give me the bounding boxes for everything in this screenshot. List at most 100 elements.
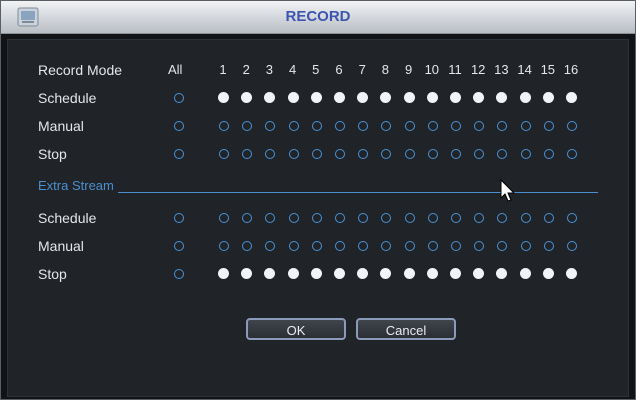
channel-radio-12[interactable] xyxy=(473,268,485,279)
channel-radio-3[interactable] xyxy=(265,213,276,223)
channel-radio-3[interactable] xyxy=(264,92,276,103)
channel-radio-14[interactable] xyxy=(520,213,531,223)
channel-radio-14[interactable] xyxy=(520,241,531,251)
channel-radio-12[interactable] xyxy=(474,121,485,131)
channel-radio-13[interactable] xyxy=(496,92,508,103)
channel-radio-12[interactable] xyxy=(473,92,485,103)
channel-radio-4[interactable] xyxy=(288,213,299,223)
channel-radio-11[interactable] xyxy=(451,121,461,131)
channel-radio-11[interactable] xyxy=(450,268,461,279)
channel-radio-13[interactable] xyxy=(497,241,508,251)
channel-radio-9[interactable] xyxy=(404,121,415,131)
channel-radio-11[interactable] xyxy=(451,241,461,251)
channel-radio-1[interactable] xyxy=(218,268,229,279)
channel-radio-2[interactable] xyxy=(241,268,253,279)
channel-radio-12[interactable] xyxy=(474,241,485,251)
ok-button[interactable]: OK xyxy=(246,318,346,340)
channel-radio-13[interactable] xyxy=(497,121,508,131)
channel-radio-5[interactable] xyxy=(310,268,322,279)
channel-radio-7[interactable] xyxy=(358,213,369,223)
channel-radio-15[interactable] xyxy=(542,92,554,103)
channel-radio-2[interactable] xyxy=(242,121,253,131)
channel-radio-5[interactable] xyxy=(311,149,322,159)
channel-radio-10[interactable] xyxy=(427,149,438,159)
channel-radio-1[interactable] xyxy=(219,213,229,223)
channel-radio-2[interactable] xyxy=(242,213,253,223)
channel-radio-4[interactable] xyxy=(288,121,299,131)
channel-radio-7[interactable] xyxy=(357,92,369,103)
channel-radio-1[interactable] xyxy=(219,121,229,131)
channel-radio-5[interactable] xyxy=(310,92,322,103)
all-radio[interactable] xyxy=(174,241,184,251)
channel-radio-6[interactable] xyxy=(335,121,345,131)
channel-radio-15[interactable] xyxy=(543,121,554,131)
channel-radio-3[interactable] xyxy=(265,241,276,251)
channel-radio-15[interactable] xyxy=(543,213,554,223)
channel-radio-16[interactable] xyxy=(567,241,577,251)
channel-radio-5[interactable] xyxy=(311,213,322,223)
channel-radio-6[interactable] xyxy=(334,92,345,103)
channel-radio-1[interactable] xyxy=(218,92,229,103)
channel-radio-3[interactable] xyxy=(265,149,276,159)
channel-radio-9[interactable] xyxy=(404,213,415,223)
channel-radio-14[interactable] xyxy=(520,121,531,131)
channel-radio-4[interactable] xyxy=(287,268,299,279)
channel-radio-3[interactable] xyxy=(265,121,276,131)
channel-radio-6[interactable] xyxy=(334,268,345,279)
channel-radio-7[interactable] xyxy=(357,268,369,279)
channel-radio-8[interactable] xyxy=(381,149,392,159)
channel-radio-16[interactable] xyxy=(567,149,577,159)
channel-radio-4[interactable] xyxy=(288,241,299,251)
channel-radio-6[interactable] xyxy=(335,241,345,251)
channel-radio-12[interactable] xyxy=(474,213,485,223)
channel-radio-5[interactable] xyxy=(311,241,322,251)
channel-radio-1[interactable] xyxy=(219,149,229,159)
channel-radio-16[interactable] xyxy=(566,92,577,103)
channel-radio-7[interactable] xyxy=(358,241,369,251)
channel-radio-14[interactable] xyxy=(519,268,531,279)
channel-radio-15[interactable] xyxy=(542,268,554,279)
channel-radio-9[interactable] xyxy=(403,92,415,103)
channel-radio-9[interactable] xyxy=(403,268,415,279)
channel-radio-9[interactable] xyxy=(404,241,415,251)
channel-radio-10[interactable] xyxy=(426,92,438,103)
channel-radio-10[interactable] xyxy=(427,121,438,131)
channel-radio-10[interactable] xyxy=(427,213,438,223)
channel-radio-8[interactable] xyxy=(381,213,392,223)
channel-radio-5[interactable] xyxy=(311,121,322,131)
channel-radio-6[interactable] xyxy=(335,149,345,159)
channel-radio-14[interactable] xyxy=(520,149,531,159)
channel-radio-15[interactable] xyxy=(543,241,554,251)
channel-radio-4[interactable] xyxy=(288,149,299,159)
channel-radio-8[interactable] xyxy=(381,241,392,251)
channel-radio-10[interactable] xyxy=(426,268,438,279)
channel-radio-2[interactable] xyxy=(241,92,253,103)
all-radio[interactable] xyxy=(174,121,184,131)
channel-radio-12[interactable] xyxy=(474,149,485,159)
channel-radio-14[interactable] xyxy=(519,92,531,103)
channel-radio-4[interactable] xyxy=(287,92,299,103)
channel-radio-11[interactable] xyxy=(451,213,461,223)
cancel-button[interactable]: Cancel xyxy=(356,318,456,340)
channel-radio-13[interactable] xyxy=(497,213,508,223)
all-radio[interactable] xyxy=(174,149,184,159)
channel-radio-8[interactable] xyxy=(381,121,392,131)
channel-radio-11[interactable] xyxy=(450,92,461,103)
channel-radio-7[interactable] xyxy=(358,149,369,159)
channel-radio-3[interactable] xyxy=(264,268,276,279)
all-radio[interactable] xyxy=(174,93,184,103)
channel-radio-16[interactable] xyxy=(567,213,577,223)
channel-radio-2[interactable] xyxy=(242,241,253,251)
channel-radio-6[interactable] xyxy=(335,213,345,223)
channel-radio-1[interactable] xyxy=(219,241,229,251)
channel-radio-15[interactable] xyxy=(543,149,554,159)
channel-radio-16[interactable] xyxy=(566,268,577,279)
channel-radio-10[interactable] xyxy=(427,241,438,251)
channel-radio-8[interactable] xyxy=(380,268,392,279)
channel-radio-13[interactable] xyxy=(496,268,508,279)
channel-radio-8[interactable] xyxy=(380,92,392,103)
all-radio[interactable] xyxy=(174,269,184,279)
channel-radio-7[interactable] xyxy=(358,121,369,131)
channel-radio-2[interactable] xyxy=(242,149,253,159)
channel-radio-13[interactable] xyxy=(497,149,508,159)
